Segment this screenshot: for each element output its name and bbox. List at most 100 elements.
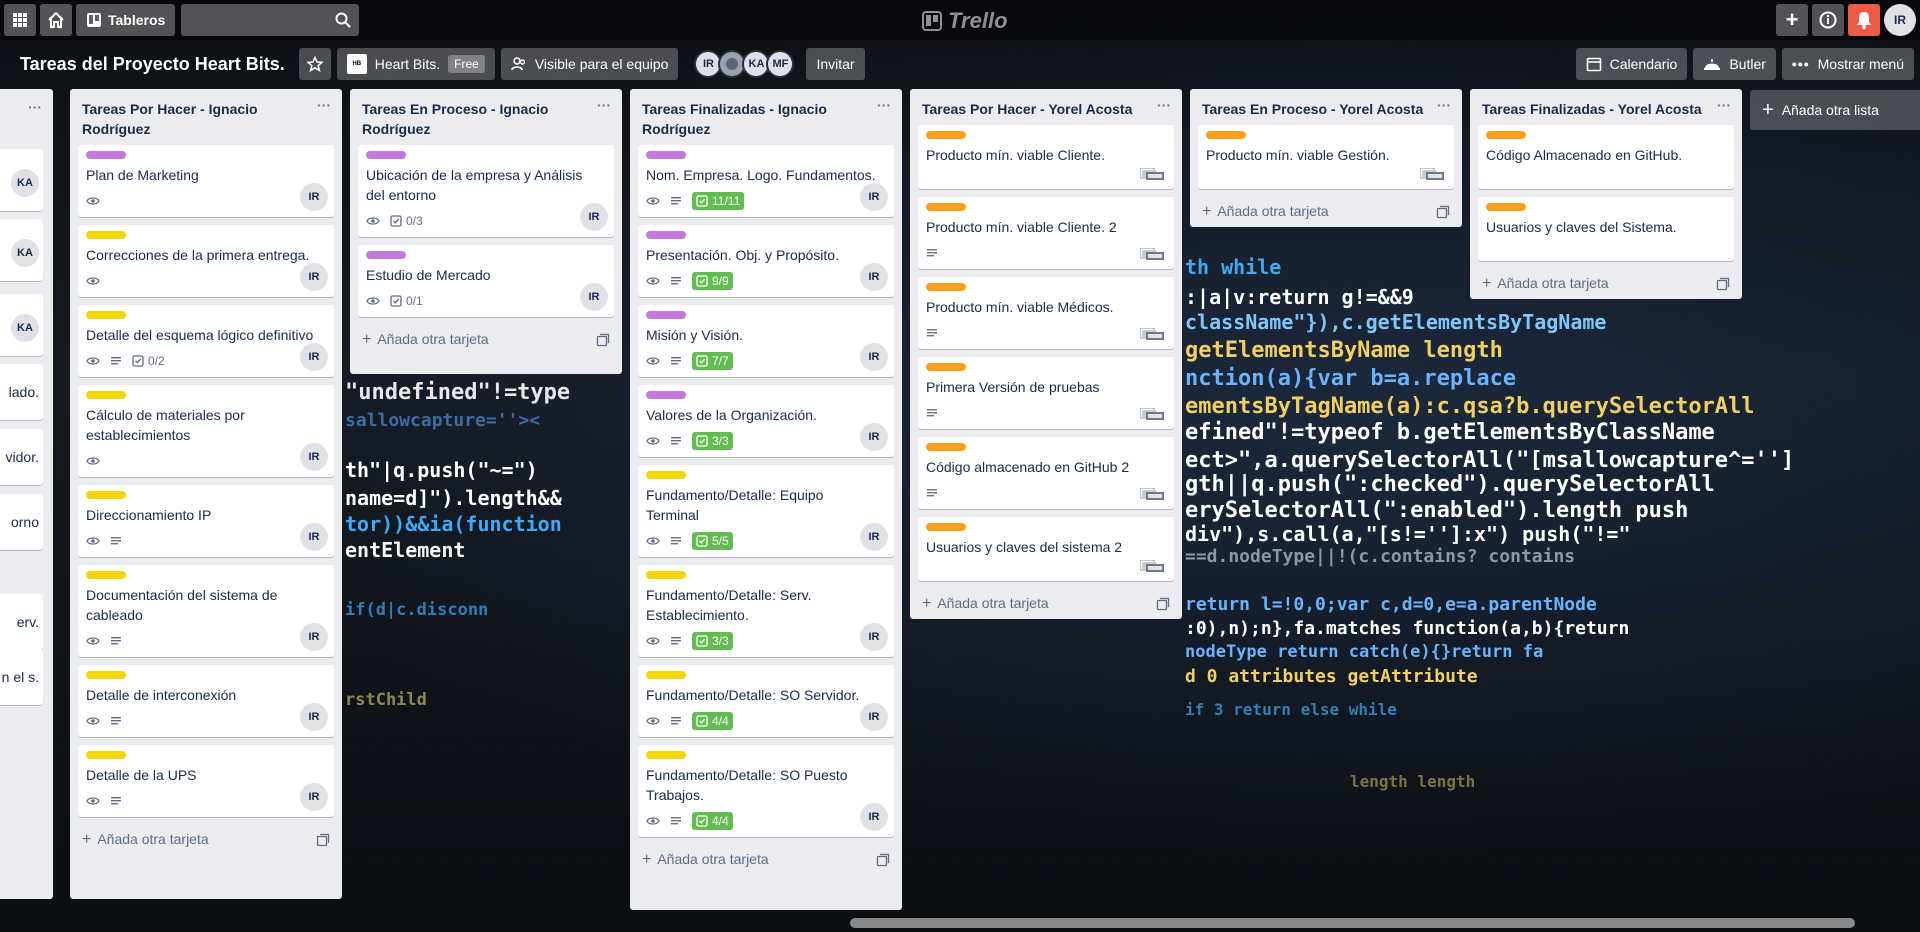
card-label[interactable] [926, 203, 966, 211]
card[interactable]: Fundamento/Detalle: SO Servidor. 4/4 IR [638, 665, 894, 737]
card-member-avatar[interactable]: IR [580, 283, 608, 311]
add-list-button[interactable]: + Añada otra lista [1750, 90, 1920, 130]
card-label[interactable] [646, 571, 686, 579]
card-template-icon[interactable] [316, 833, 330, 847]
card-member-avatar[interactable]: IR [860, 263, 888, 291]
list-title[interactable]: Tareas Por Hacer - Ignacio Rodríguez [78, 89, 334, 145]
trello-logo[interactable]: Trello [922, 8, 1008, 34]
card-label[interactable] [1486, 131, 1526, 139]
partial-card[interactable]: erv. [0, 594, 43, 650]
card-label[interactable] [646, 231, 686, 239]
card-label[interactable] [646, 751, 686, 759]
card-member-avatar[interactable]: IR [580, 203, 608, 231]
card-member-avatar[interactable]: IR [860, 523, 888, 551]
list-title[interactable]: Tareas Por Hacer - Yorel Acosta [918, 89, 1174, 125]
card-member-avatar[interactable]: IR [300, 623, 328, 651]
card-member-avatar[interactable]: KA [11, 169, 39, 197]
partial-card[interactable]: KA [0, 219, 43, 281]
card[interactable]: Usuarios y claves del sistema 2 [918, 517, 1174, 581]
card[interactable]: Detalle de la UPS IR [78, 745, 334, 817]
card-label[interactable] [86, 151, 126, 159]
card-member-avatar[interactable]: IR [860, 183, 888, 211]
card-member-avatar[interactable]: IR [860, 703, 888, 731]
board-title[interactable]: Tareas del Proyecto Heart Bits. [20, 54, 293, 75]
card[interactable]: Detalle de interconexión IR [78, 665, 334, 737]
invite-button[interactable]: Invitar [806, 48, 865, 80]
card[interactable]: Plan de Marketing IR [78, 145, 334, 217]
card-member-avatar[interactable]: KA [11, 239, 39, 267]
create-button[interactable]: + [1776, 4, 1808, 36]
partial-card[interactable]: vidor. [0, 429, 43, 485]
butler-button[interactable]: Butler [1693, 48, 1776, 80]
card[interactable]: Producto mín. viable Cliente. 2 [918, 197, 1174, 269]
apps-menu-button[interactable] [4, 4, 36, 36]
card[interactable]: Documentación del sistema de cableado IR [78, 565, 334, 657]
card[interactable]: Fundamento/Detalle: Equipo Terminal 5/5 IR [638, 465, 894, 557]
card-member-avatar[interactable]: IR [860, 423, 888, 451]
card-member-avatar[interactable]: IR [300, 443, 328, 471]
list-menu-icon[interactable]: ··· [874, 97, 894, 113]
card-member-avatar[interactable]: IR [300, 523, 328, 551]
card[interactable]: Primera Versión de pruebas [918, 357, 1174, 429]
card-label[interactable] [1206, 131, 1246, 139]
add-card-button[interactable]: + Añada otra tarjeta [638, 845, 894, 875]
list-title[interactable]: Tareas Finalizadas - Yorel Acosta [1478, 89, 1734, 125]
card-label[interactable] [926, 443, 966, 451]
card[interactable]: Código almacenado en GitHub 2 [918, 437, 1174, 509]
card-label[interactable] [646, 311, 686, 319]
card-member-avatar[interactable]: IR [300, 183, 328, 211]
list-title[interactable]: Tareas En Proceso - Ignacio Rodríguez [358, 89, 614, 145]
card[interactable]: Presentación. Obj. y Propósito. 9/9 IR [638, 225, 894, 297]
card-label[interactable] [926, 283, 966, 291]
card[interactable]: Producto mín. viable Médicos. [918, 277, 1174, 349]
notifications-button[interactable] [1848, 4, 1880, 36]
info-button[interactable] [1812, 4, 1844, 36]
list-menu-icon[interactable]: ··· [314, 97, 334, 113]
card[interactable]: Cálculo de materiales por establecimient… [78, 385, 334, 477]
card[interactable]: Estudio de Mercado 0/1 IR [358, 245, 614, 317]
card-label[interactable] [86, 571, 126, 579]
card-label[interactable] [1486, 203, 1526, 211]
list-title[interactable]: Tareas Finalizadas - Ignacio Rodríguez [638, 89, 894, 145]
card-label[interactable] [86, 751, 126, 759]
star-button[interactable] [298, 48, 331, 80]
card-member-avatar[interactable]: IR [300, 263, 328, 291]
scrollbar-thumb[interactable] [850, 918, 1855, 928]
card-label[interactable] [646, 671, 686, 679]
card-member-avatar[interactable]: IR [300, 783, 328, 811]
card-label[interactable] [86, 311, 126, 319]
add-card-button[interactable]: + Añada otra tarjeta [1478, 269, 1734, 299]
card-member-avatar[interactable]: IR [860, 343, 888, 371]
boards-button[interactable]: Tableros [76, 4, 176, 36]
partial-card[interactable]: lado. [0, 364, 43, 420]
card[interactable]: Misión y Visión. 7/7 IR [638, 305, 894, 377]
card[interactable]: Usuarios y claves del Sistema. [1478, 197, 1734, 261]
workspace-button[interactable]: HB Heart Bits. Free [336, 48, 495, 80]
visibility-button[interactable]: Visible para el equipo [500, 48, 679, 80]
card-label[interactable] [646, 151, 686, 159]
card-label[interactable] [86, 391, 126, 399]
list-menu-icon[interactable]: ··· [25, 99, 45, 115]
partial-card[interactable]: KA [0, 294, 43, 356]
add-card-button[interactable]: + Añada otra tarjeta [78, 825, 334, 855]
card[interactable]: Direccionamiento IP IR [78, 485, 334, 557]
partial-card[interactable]: n el s. [0, 649, 43, 705]
partial-card[interactable]: orno [0, 494, 43, 550]
card-template-icon[interactable] [1436, 205, 1450, 219]
card[interactable]: Ubicación de la empresa y Análisis del e… [358, 145, 614, 237]
add-card-button[interactable]: + Añada otra tarjeta [1198, 197, 1454, 227]
card-label[interactable] [86, 671, 126, 679]
card-member-avatar[interactable]: KA [11, 314, 39, 342]
card[interactable]: Fundamento/Detalle: SO Puesto Trabajos. 4… [638, 745, 894, 837]
card-label[interactable] [86, 231, 126, 239]
user-avatar[interactable]: IR [1884, 4, 1916, 36]
list-title[interactable]: Tareas En Proceso - Yorel Acosta [1198, 89, 1454, 125]
card-label[interactable] [926, 131, 966, 139]
card-template-icon[interactable] [876, 853, 890, 867]
card[interactable]: Valores de la Organización. 3/3 IR [638, 385, 894, 457]
card[interactable]: Correcciones de la primera entrega. IR [78, 225, 334, 297]
card-label[interactable] [646, 391, 686, 399]
card-member-avatar[interactable]: IR [300, 343, 328, 371]
card[interactable]: Detalle del esquema lógico definitivo 0/2… [78, 305, 334, 377]
home-button[interactable] [40, 4, 72, 36]
